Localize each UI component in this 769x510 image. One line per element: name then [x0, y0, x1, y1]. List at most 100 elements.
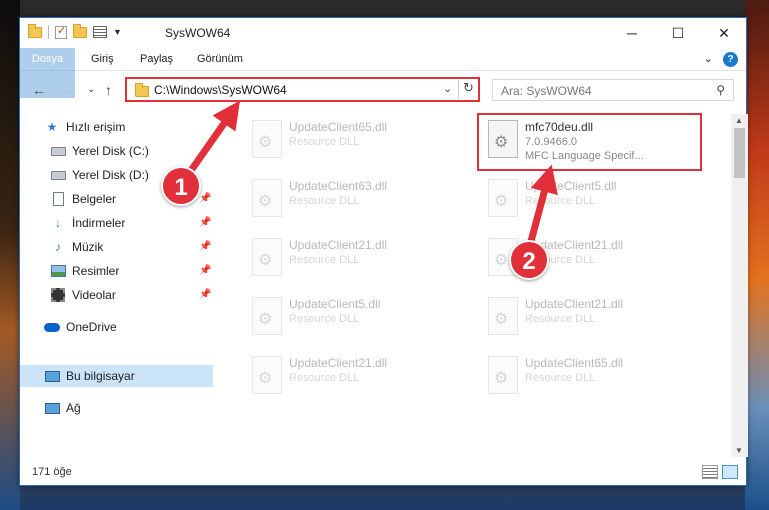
sidebar-item-downloads[interactable]: ↓ İndirmeler 📌 [20, 212, 213, 234]
search-placeholder: Ara: SysWOW64 [501, 84, 592, 98]
file-name: UpdateClient63.dll [289, 179, 388, 193]
sidebar-item-label: Hızlı erişim [66, 120, 126, 134]
item-count: 171 öğe [32, 466, 72, 478]
scroll-up-icon[interactable]: ▲ [735, 116, 743, 125]
file-item[interactable]: UpdateClient65.dll Resource DLL [242, 114, 467, 164]
pin-icon[interactable]: 📌 [199, 193, 211, 204]
sidebar-item-label: Yerel Disk (D:) [72, 168, 149, 182]
videos-icon [50, 288, 66, 302]
pin-icon[interactable]: 📌 [199, 217, 211, 228]
maximize-button[interactable]: ☐ [655, 18, 701, 48]
step-2-badge: 2 [509, 240, 549, 280]
file-name: UpdateClient65.dll [289, 120, 388, 134]
file-item[interactable]: UpdateClient5.dll Resource DLL [478, 173, 703, 223]
file-explorer-window: ▼ SysWOW64 ─ ☐ ✕ Dosya Giriş Paylaş Görü… [19, 17, 748, 486]
new-folder-icon[interactable] [73, 23, 87, 38]
file-item[interactable]: UpdateClient21.dll Resource DLL [478, 291, 703, 341]
file-name: UpdateClient65.dll [525, 356, 624, 370]
pin-icon[interactable]: 📌 [199, 289, 211, 300]
sidebar-item-label: Videolar [72, 288, 116, 302]
file-item[interactable]: UpdateClient21.dll Resource DLL [242, 232, 467, 282]
quick-access-toolbar: ▼ [28, 23, 122, 39]
file-description: Resource DLL [289, 254, 360, 266]
sidebar-item-label: İndirmeler [72, 216, 126, 230]
expand-ribbon-icon[interactable]: ⌄ [704, 52, 713, 67]
desktop-wallpaper-right [745, 0, 769, 510]
dll-file-icon [252, 356, 282, 394]
window-title: SysWOW64 [165, 26, 231, 40]
computer-icon [44, 369, 60, 383]
dll-file-icon [252, 238, 282, 276]
ribbon-controls: ⌄ ? [704, 52, 738, 67]
star-icon: ★ [46, 120, 58, 134]
dll-file-icon [488, 179, 518, 217]
sidebar-item-videos[interactable]: Videolar 📌 [20, 284, 213, 306]
tab-view[interactable]: Görünüm [197, 48, 243, 71]
pin-icon[interactable]: 📌 [199, 265, 211, 276]
file-description: Resource DLL [525, 372, 596, 384]
sidebar-item-this-pc[interactable]: Bu bilgisayar [20, 365, 213, 387]
forward-button[interactable]: → [60, 82, 74, 98]
file-description: Resource DLL [525, 195, 596, 207]
properties-icon[interactable] [55, 24, 67, 39]
file-description: Resource DLL [289, 313, 360, 325]
download-icon: ↓ [55, 216, 61, 230]
scrollbar-thumb[interactable] [734, 128, 745, 178]
sidebar-item-label: Yerel Disk (C:) [72, 144, 149, 158]
chevron-down-icon[interactable]: ⌄ [443, 82, 452, 95]
file-name: UpdateClient21.dll [289, 238, 388, 252]
documents-icon [50, 192, 66, 206]
address-path[interactable]: C:\Windows\SysWOW64 [154, 83, 287, 97]
recent-locations-button[interactable]: ⌄ [87, 84, 95, 95]
customize-icon[interactable] [93, 26, 107, 38]
file-item[interactable]: UpdateClient65.dll Resource DLL [478, 350, 703, 400]
scroll-down-icon[interactable]: ▼ [735, 446, 743, 455]
sidebar-item-quick-access[interactable]: ★ Hızlı erişim [20, 116, 213, 138]
tab-share[interactable]: Paylaş [140, 48, 173, 71]
search-icon[interactable]: ⚲ [716, 83, 725, 97]
file-description: Resource DLL [289, 136, 360, 148]
refresh-button[interactable]: ↻ [458, 80, 478, 99]
file-item[interactable]: UpdateClient63.dll Resource DLL [242, 173, 467, 223]
help-icon[interactable]: ? [723, 52, 738, 67]
pin-icon[interactable]: 📌 [199, 241, 211, 252]
details-view-icon[interactable] [702, 465, 718, 479]
step-1-badge: 1 [161, 166, 201, 206]
music-icon: ♪ [55, 240, 61, 254]
up-button[interactable]: ↑ [105, 82, 112, 98]
sidebar-item-pictures[interactable]: Resimler 📌 [20, 260, 213, 282]
dll-file-icon [488, 356, 518, 394]
tiles-view-icon[interactable] [722, 465, 738, 479]
network-icon [44, 401, 60, 415]
sidebar-item-label: Ağ [66, 401, 81, 415]
separator [48, 25, 49, 39]
desktop-wallpaper-left [0, 0, 20, 510]
folder-icon [28, 23, 42, 38]
sidebar-item-music[interactable]: ♪ Müzik 📌 [20, 236, 213, 258]
vertical-scrollbar[interactable]: ▲ ▼ [731, 114, 748, 457]
address-bar[interactable]: C:\Windows\SysWOW64 ⌄ ↻ [125, 77, 480, 102]
search-box[interactable]: Ara: SysWOW64 ⚲ [492, 79, 734, 101]
drive-icon [50, 168, 66, 182]
sidebar-item-onedrive[interactable]: OneDrive [20, 316, 213, 338]
file-description: Resource DLL [289, 195, 360, 207]
ribbon-tabs: Dosya Giriş Paylaş Görünüm ⌄ ? [20, 48, 746, 98]
sidebar-item-local-disk-c[interactable]: Yerel Disk (C:) [20, 140, 213, 162]
sidebar-item-network[interactable]: Ağ [20, 397, 213, 419]
file-name: UpdateClient5.dll [525, 179, 617, 193]
file-item[interactable]: UpdateClient5.dll Resource DLL [242, 291, 467, 341]
title-bar: ▼ SysWOW64 ─ ☐ ✕ [20, 18, 746, 48]
chevron-down-icon[interactable]: ▼ [113, 27, 122, 37]
cloud-icon [44, 320, 60, 334]
close-button[interactable]: ✕ [701, 18, 747, 48]
dll-file-icon [252, 297, 282, 335]
tab-home[interactable]: Giriş [91, 48, 114, 71]
file-name: UpdateClient21.dll [289, 356, 388, 370]
file-item[interactable]: UpdateClient21.dll Resource DLL [242, 350, 467, 400]
folder-icon [135, 83, 149, 97]
dll-file-icon [252, 179, 282, 217]
back-button[interactable]: ← [32, 82, 46, 98]
file-name: UpdateClient21.dll [525, 297, 624, 311]
pictures-icon [50, 264, 66, 278]
minimize-button[interactable]: ─ [609, 18, 655, 48]
